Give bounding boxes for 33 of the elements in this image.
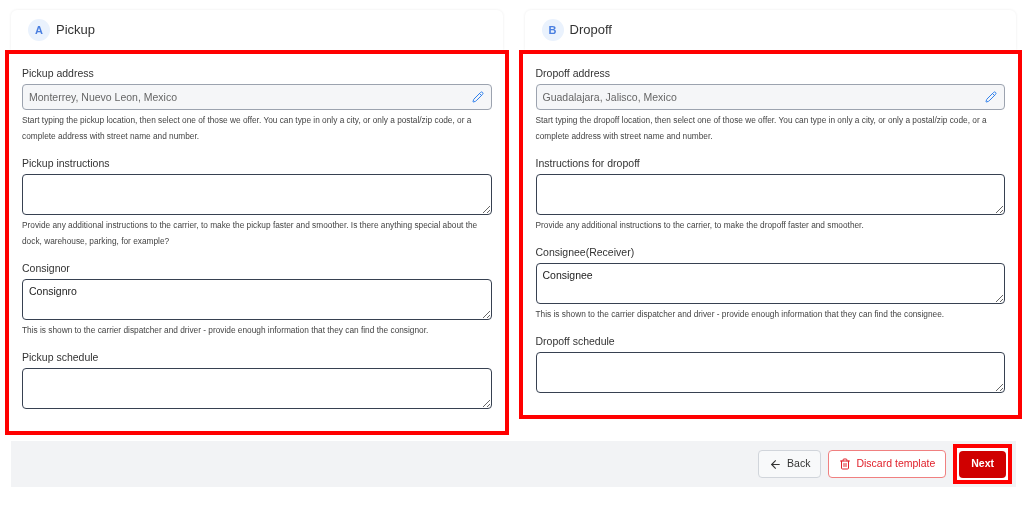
field-label: Consignor: [22, 261, 71, 275]
text-area[interactable]: Consignee: [535, 263, 1005, 304]
next-button[interactable]: Next: [959, 450, 1006, 478]
field-label: Dropoff schedule: [535, 334, 616, 348]
section-title: Pickup: [56, 21, 96, 40]
text-area[interactable]: [535, 352, 1005, 393]
arrow-left-icon: [769, 457, 783, 471]
address-field[interactable]: Guadalajara, Jalisco, Mexico: [535, 84, 1005, 110]
field-label: Instructions for dropoff: [535, 156, 641, 170]
help-text: Start typing the pickup location, then select one of those we offer. You can type in only a city, or only a postal/zip code, or a complete address with street name and number.: [22, 114, 473, 143]
step-badge: A: [28, 19, 50, 41]
text-area[interactable]: [535, 174, 1005, 215]
trash-icon: [839, 458, 852, 470]
address-field[interactable]: Monterrey, Nuevo Leon, Mexico: [22, 84, 492, 110]
section-title: Dropoff: [569, 21, 612, 40]
field-label: Pickup instructions: [22, 156, 111, 170]
back-button[interactable]: Back: [758, 450, 822, 478]
help-text: Provide any additional instructions to the carrier, to make the pickup faster and smoother. Is there anything special about the dock, warehouse, parking, for example?: [22, 219, 479, 248]
step-badge: B: [541, 19, 564, 41]
text-area[interactable]: Consignro: [22, 279, 492, 320]
text-area[interactable]: [22, 368, 492, 409]
field-label: Pickup address: [22, 66, 95, 80]
help-text: Start typing the dropoff location, then select one of those we offer. You can type in only a city, or only a postal/zip code, or a complete address with street name and number.: [535, 114, 988, 143]
help-text: This is shown to the carrier dispatcher and driver - provide enough information that they can find the consignor.: [22, 324, 430, 337]
help-text: This is shown to the carrier dispatcher and driver - provide enough information that they can find the consignee.: [535, 308, 946, 321]
field-label: Pickup schedule: [22, 350, 100, 364]
field-label: Dropoff address: [535, 66, 611, 80]
text-area[interactable]: [22, 174, 492, 215]
discard-button[interactable]: Discard template: [828, 450, 947, 478]
edit-icon[interactable]: [471, 91, 484, 103]
help-text: Provide any additional instructions to the carrier, to make the dropoff faster and smoother.: [535, 219, 865, 232]
edit-icon[interactable]: [985, 91, 997, 103]
field-label: Consignee(Receiver): [535, 245, 636, 259]
